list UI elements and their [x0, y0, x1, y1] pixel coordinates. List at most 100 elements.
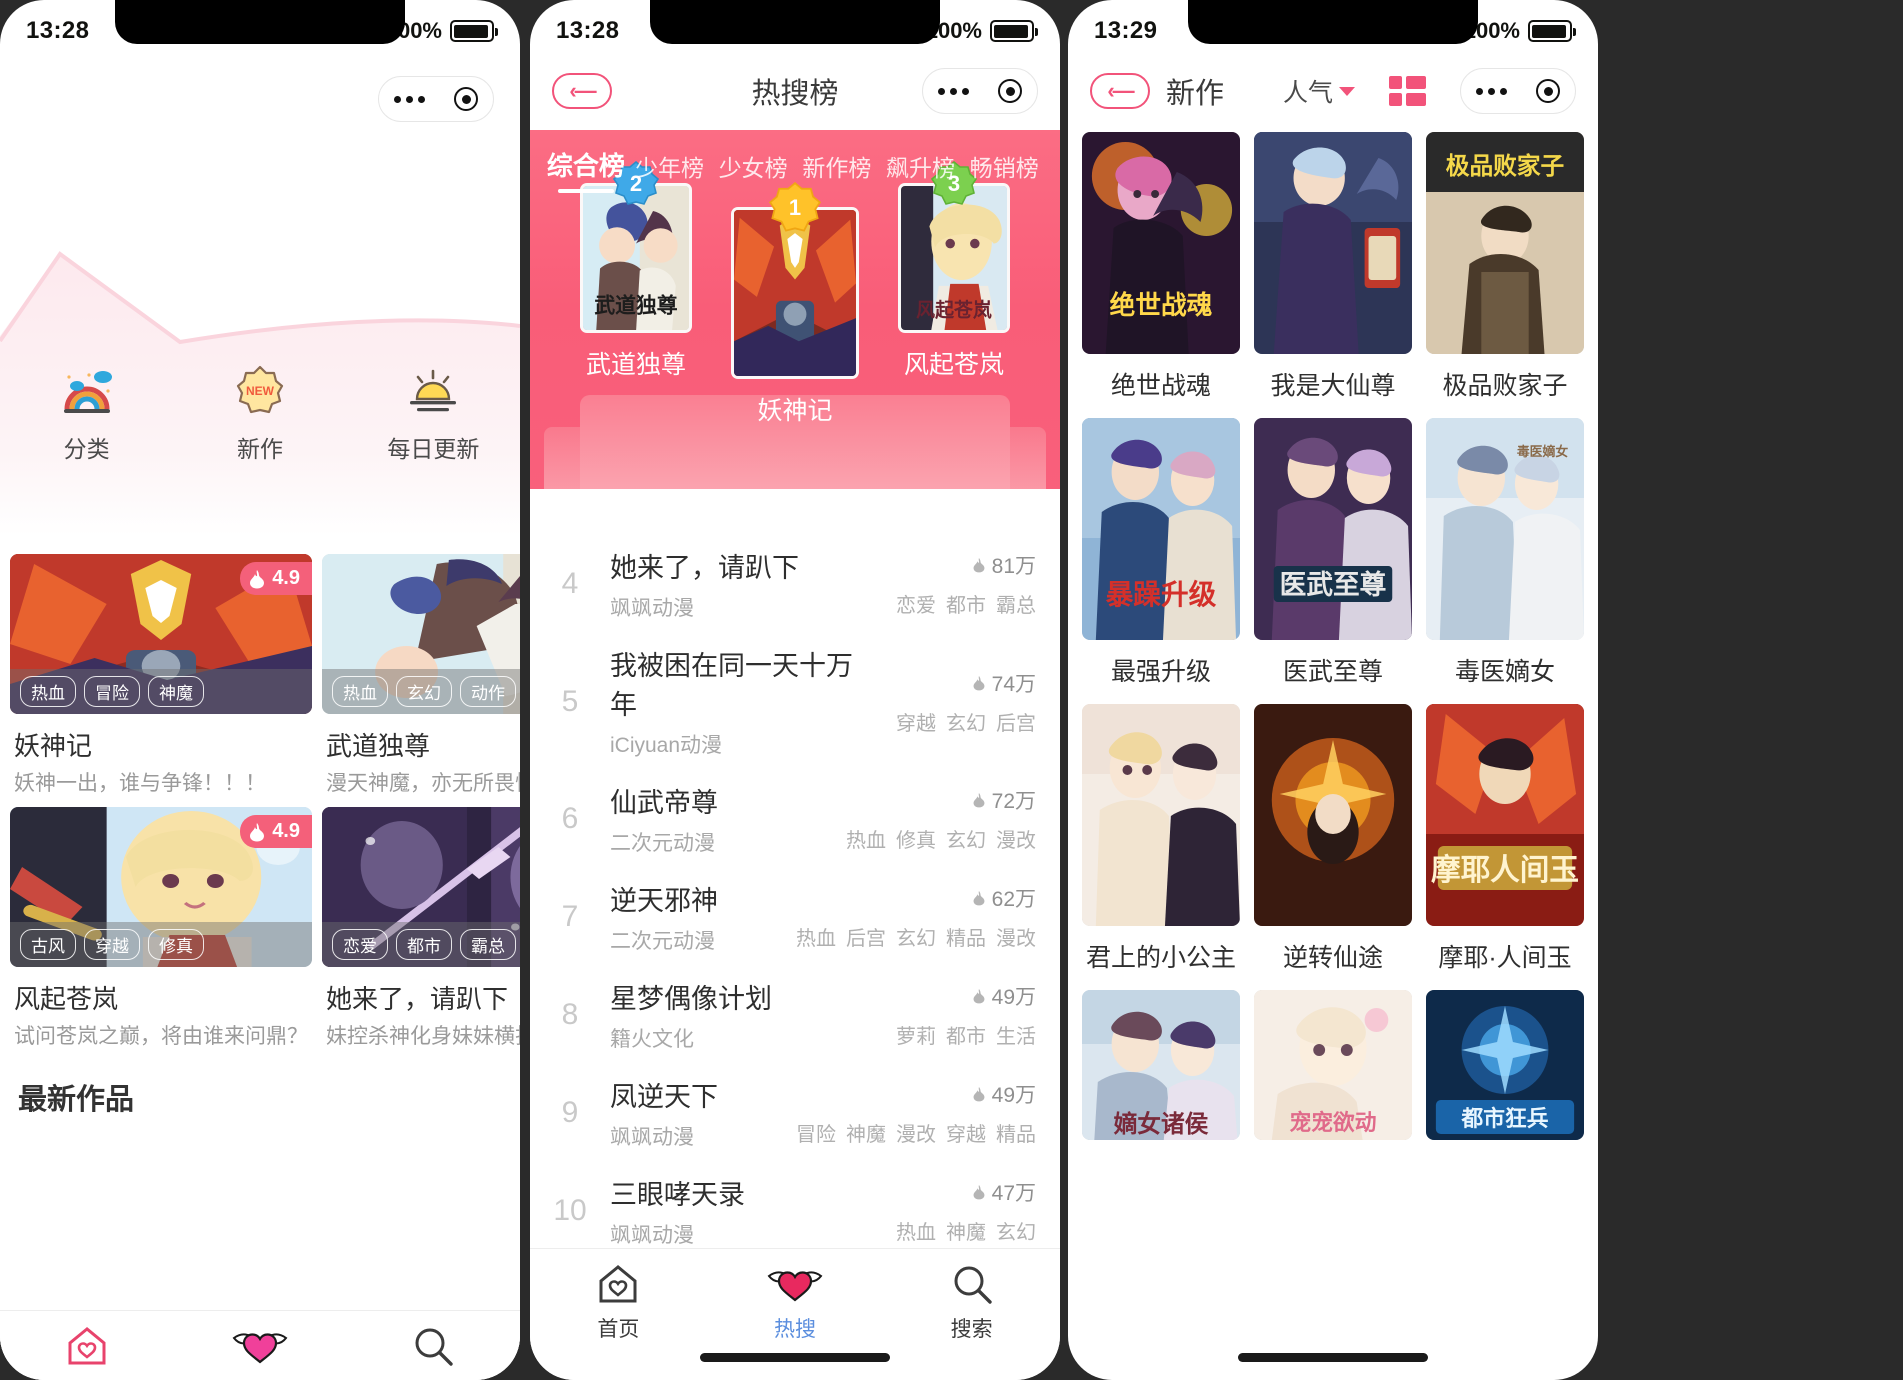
comic-cover[interactable]: 绝世战魂 [1082, 132, 1240, 354]
comic-cover[interactable]: 4.9 热血 玄幻 动作 [322, 554, 520, 714]
podium-rank-2[interactable]: 武道独尊 2 武道独尊 [580, 161, 692, 381]
grid-item[interactable]: 君上的小公主 [1082, 704, 1240, 978]
back-button[interactable]: ‹— [552, 73, 612, 109]
comic-cover[interactable] [1254, 132, 1412, 354]
tab-girls[interactable]: 少女榜 [711, 149, 795, 193]
quick-action-new[interactable]: NEW 新作 [173, 362, 346, 464]
comic-card[interactable]: 4.9 古风 穿越 修真 风起苍岚 试问苍岚之巅，将由谁来问鼎？ [10, 807, 312, 1050]
rank-number: 9 [561, 1096, 579, 1129]
miniprogram-capsule[interactable] [922, 68, 1038, 114]
comic-cover[interactable]: 医武至尊 [1254, 418, 1412, 640]
tab-search[interactable]: 搜索 [347, 1311, 520, 1380]
list-item[interactable]: 4 她来了，请趴下 飒飒动漫 81万 恋爱 都市 霸总 [530, 535, 1060, 633]
comic-cover[interactable]: 暴躁升级 [1082, 418, 1240, 640]
list-item[interactable]: 9 凤逆天下 飒飒动漫 49万 冒险 神魔 漫改 穿越 精品 [530, 1064, 1060, 1162]
tab-label: 搜索 [950, 1318, 993, 1341]
back-button[interactable]: ‹— [1090, 73, 1150, 109]
tab-bestselling[interactable]: 畅销榜 [962, 149, 1046, 193]
layout-toggle-icon[interactable] [1389, 76, 1426, 106]
tab-home[interactable]: 首页 [530, 1249, 707, 1380]
comic-cover[interactable]: 4.9 热血 冒险 神魔 [10, 554, 312, 714]
heat-text: 74万 [991, 672, 1036, 696]
list-item[interactable]: 7 逆天邪神 二次元动漫 62万 热血 后宫 玄幻 精品 漫改 [530, 868, 1060, 966]
battery-icon [450, 20, 498, 42]
list-item[interactable]: 8 星梦偶像计划 籍火文化 49万 萝莉 都市 生活 [530, 966, 1060, 1064]
comic-cover[interactable]: 宠宠欲动 [1254, 990, 1412, 1140]
grid-item[interactable]: 毒医嫡女 毒医嫡女 [1426, 418, 1584, 692]
comic-card[interactable]: 4.9 恋爱 都市 霸总 她来了，请趴下 妹控杀神化身妹妹横扫娱乐圈 [322, 807, 520, 1050]
comic-cover[interactable]: 嫡女诸侯 [1082, 990, 1240, 1140]
genre-tag: 漫改 [996, 830, 1036, 852]
genre-tag[interactable]: 修真 [148, 929, 204, 960]
comic-card[interactable]: 4.9 热血 玄幻 动作 武道独尊 漫天神魔，亦无所畏惧，我命… [322, 554, 520, 797]
tab-boys[interactable]: 少年榜 [628, 149, 712, 193]
podium-rank-1[interactable]: 1 妖神记 [731, 182, 859, 427]
list-item[interactable]: 10 三眼哮天录 飒飒动漫 47万 热血 神魔 玄幻 [530, 1162, 1060, 1260]
comic-cover[interactable]: 都市狂兵 [1426, 990, 1584, 1140]
comic-cover[interactable]: 4.9 恋爱 都市 霸总 [322, 807, 520, 967]
grid-item[interactable]: 极品败家子 极品败家子 [1426, 132, 1584, 406]
comic-card[interactable]: 4.9 热血 冒险 神魔 妖神记 妖神一出，谁与争锋！！！ [10, 554, 312, 797]
list-item[interactable]: 5 我被困在同一天十万年 iCiyuan动漫 74万 穿越 玄幻 后宫 [530, 633, 1060, 770]
list-item[interactable]: 6 仙武帝尊 二次元动漫 72万 热血 修真 玄幻 漫改 [530, 770, 1060, 868]
tab-home[interactable]: 首页 [0, 1311, 173, 1380]
comic-cover[interactable]: 摩耶人间玉 [1426, 704, 1584, 926]
svg-text:极品败家子: 极品败家子 [1446, 152, 1565, 180]
quick-action-category[interactable]: 分类 [0, 362, 173, 464]
comic-cover[interactable]: 极品败家子 [1426, 132, 1584, 354]
tab-search[interactable]: 搜索 [883, 1249, 1060, 1380]
sort-dropdown[interactable]: 人气 [1283, 73, 1355, 109]
grid-item[interactable]: 我是大仙尊 [1254, 132, 1412, 406]
close-miniprogram-icon[interactable] [998, 79, 1023, 103]
genre-tag: 都市 [946, 1026, 986, 1048]
grid-item[interactable]: 摩耶人间玉 摩耶·人间玉 [1426, 704, 1584, 978]
miniprogram-capsule[interactable] [378, 76, 494, 122]
ranking-tabs: 综合榜 少年榜 少女榜 新作榜 飙升榜 畅销榜 [530, 130, 1060, 193]
genre-tag: 恋爱 [896, 595, 936, 617]
tab-new[interactable]: 新作榜 [795, 149, 879, 193]
quick-action-daily-update[interactable]: 每日更新 [347, 362, 520, 464]
more-menu-icon[interactable] [393, 95, 425, 103]
winged-heart-icon [767, 1261, 823, 1307]
more-menu-icon[interactable] [1475, 87, 1507, 95]
tab-comprehensive[interactable]: 综合榜 [544, 146, 628, 193]
flame-icon [973, 675, 985, 690]
close-miniprogram-icon[interactable] [454, 87, 479, 111]
phone-notch [650, 0, 940, 44]
genre-tag[interactable]: 穿越 [84, 929, 140, 960]
grid-item[interactable]: 嫡女诸侯 [1082, 990, 1240, 1156]
comic-cover[interactable] [1082, 704, 1240, 926]
genre-tag[interactable]: 热血 [20, 676, 76, 707]
close-miniprogram-icon[interactable] [1536, 79, 1561, 103]
genre-tag[interactable]: 动作 [460, 676, 516, 707]
comic-cover[interactable] [1254, 704, 1412, 926]
svg-text:医武至尊: 医武至尊 [1280, 570, 1387, 600]
comic-cover[interactable]: 毒医嫡女 [1426, 418, 1584, 640]
grid-item[interactable]: 都市狂兵 [1426, 990, 1584, 1156]
search-icon [411, 1323, 455, 1369]
recommend-card-grid: 4.9 热血 冒险 神魔 妖神记 妖神一出，谁与争锋！！！ 热血 玄幻 动作 武… [0, 554, 520, 1050]
rank-info: 我被困在同一天十万年 iCiyuan动漫 [610, 644, 878, 759]
tab-hotsearch[interactable]: 热搜 [173, 1311, 346, 1380]
grid-item[interactable]: 绝世战魂 绝世战魂 [1082, 132, 1240, 406]
grid-item[interactable]: 暴躁升级 最强升级 [1082, 418, 1240, 692]
genre-tag[interactable]: 恋爱 [332, 929, 388, 960]
genre-tag[interactable]: 都市 [396, 929, 452, 960]
podium-rank-3[interactable]: 风起苍岚 3 风起苍岚 [898, 161, 1010, 381]
grid-item[interactable]: 逆转仙途 [1254, 704, 1412, 978]
grid-item[interactable]: 宠宠欲动 [1254, 990, 1412, 1156]
tab-rising[interactable]: 飙升榜 [879, 149, 963, 193]
more-menu-icon[interactable] [937, 87, 969, 95]
miniprogram-capsule[interactable] [1460, 68, 1576, 114]
genre-tag[interactable]: 热血 [332, 676, 388, 707]
grid-item[interactable]: 医武至尊 医武至尊 [1254, 418, 1412, 692]
podium-title: 妖神记 [757, 397, 833, 425]
genre-tag: 玄幻 [946, 712, 986, 735]
genre-tag[interactable]: 冒险 [84, 676, 140, 707]
genre-tag[interactable]: 神魔 [148, 676, 204, 707]
comic-cover[interactable]: 4.9 古风 穿越 修真 [10, 807, 312, 967]
genre-tag[interactable]: 霸总 [460, 929, 516, 960]
tag-strip: 热血 冒险 神魔 [10, 669, 312, 714]
genre-tag[interactable]: 玄幻 [396, 676, 452, 707]
genre-tag[interactable]: 古风 [20, 929, 76, 960]
